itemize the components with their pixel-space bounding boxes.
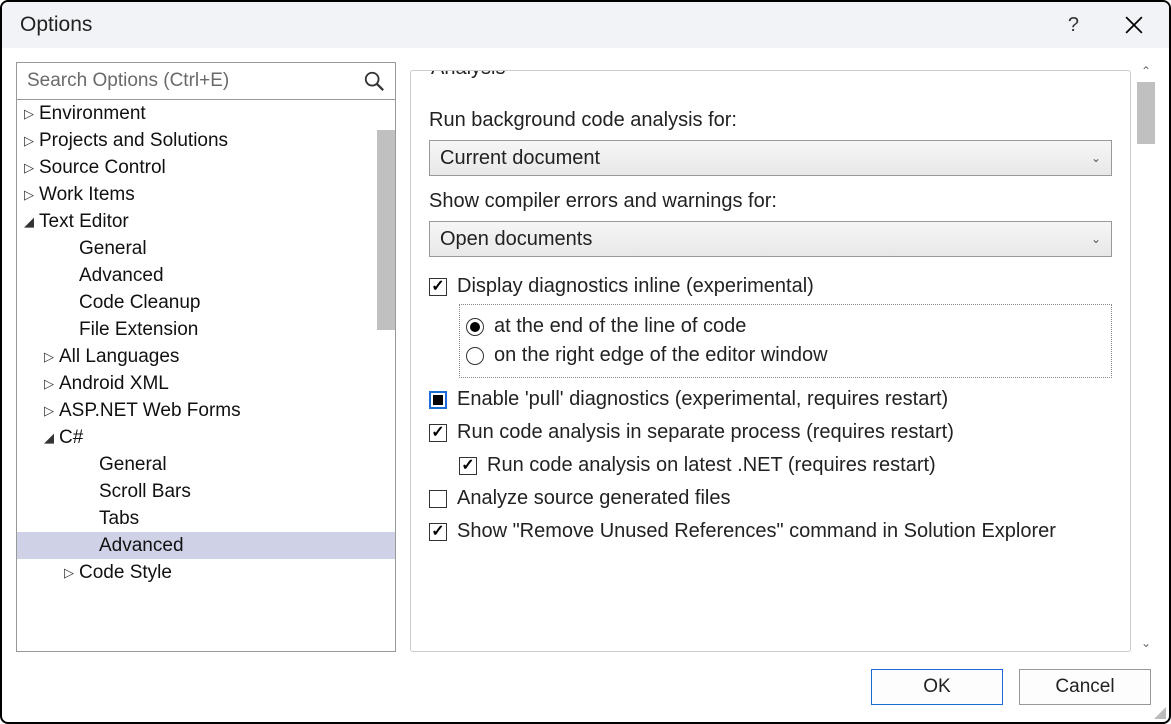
tree-item[interactable]: Advanced [17,262,395,289]
collapsed-arrow-icon[interactable]: ▷ [63,565,75,581]
search-icon [363,70,385,92]
search-input[interactable] [27,70,363,92]
tree-item[interactable]: General [17,235,395,262]
tree-item-label: Environment [39,103,146,125]
pull-diag-checkbox[interactable] [429,391,447,409]
bg-analysis-dropdown[interactable]: Current document ⌄ [429,140,1112,176]
tree-item[interactable]: ◢C# [17,424,395,451]
collapsed-arrow-icon[interactable]: ▷ [23,133,35,149]
dialog-title: Options [20,13,1068,37]
tree-item-label: Android XML [59,373,169,395]
tree-item[interactable]: Tabs [17,505,395,532]
help-button[interactable]: ? [1068,14,1079,37]
errors-dropdown[interactable]: Open documents ⌄ [429,221,1112,257]
bg-analysis-label: Run background code analysis for: [429,109,1112,132]
tree-item-label: General [79,238,147,260]
chevron-down-icon: ⌄ [1091,151,1101,165]
tree-item[interactable]: ◢Text Editor [17,208,395,235]
cancel-button[interactable]: Cancel [1019,669,1151,705]
tree-item-label: All Languages [59,346,179,368]
collapsed-arrow-icon[interactable]: ▷ [43,349,55,365]
tree-item-label: Tabs [99,508,139,530]
tree-item-label: Advanced [99,535,184,557]
collapsed-arrow-icon[interactable]: ▷ [23,187,35,203]
tree-item-label: Text Editor [39,211,129,233]
collapsed-arrow-icon[interactable]: ▷ [43,403,55,419]
tree-item-label: Code Style [79,562,172,584]
tree-item-label: File Extension [79,319,198,341]
remove-unused-checkbox[interactable] [429,523,447,541]
analyze-gen-checkbox[interactable] [429,490,447,508]
sep-proc-checkbox[interactable] [429,424,447,442]
collapsed-arrow-icon[interactable]: ▷ [43,376,55,392]
tree-item-label: General [99,454,167,476]
diag-inline-label: Display diagnostics inline (experimental… [457,275,814,298]
tree-item[interactable]: File Extension [17,316,395,343]
tree-item[interactable]: ▷Source Control [17,154,395,181]
tree-item-label: C# [59,427,83,449]
chevron-down-icon: ⌄ [1091,232,1101,246]
tree-item-label: Scroll Bars [99,481,191,503]
panel-scrollbar-thumb[interactable] [1137,82,1155,144]
latest-net-checkbox[interactable] [459,457,477,475]
resize-grip[interactable] [1152,705,1166,719]
tree-item[interactable]: ▷All Languages [17,343,395,370]
tree-item-label: Code Cleanup [79,292,200,314]
search-box[interactable] [16,62,396,100]
panel-scrollbar[interactable]: ⌃ ⌄ [1137,62,1155,652]
errors-label: Show compiler errors and warnings for: [429,190,1112,213]
tree-item[interactable]: Scroll Bars [17,478,395,505]
analyze-gen-label: Analyze source generated files [457,487,731,510]
radio-right-edge[interactable] [466,347,484,365]
collapsed-arrow-icon[interactable]: ▷ [23,160,35,176]
tree-item-label: Advanced [79,265,164,287]
tree-item[interactable]: ▷Code Style [17,559,395,586]
remove-unused-label: Show "Remove Unused References" command … [457,520,1056,543]
errors-value: Open documents [440,228,592,251]
diag-inline-checkbox[interactable] [429,278,447,296]
tree-scrollbar-thumb[interactable] [377,130,395,330]
latest-net-label: Run code analysis on latest .NET (requir… [487,454,936,477]
analysis-panel: Analysis Run background code analysis fo… [410,70,1131,652]
scroll-down-icon[interactable]: ⌄ [1137,634,1155,652]
bg-analysis-value: Current document [440,147,600,170]
close-icon [1125,16,1143,34]
expanded-arrow-icon[interactable]: ◢ [43,430,55,446]
options-tree[interactable]: ▷Environment▷Projects and Solutions▷Sour… [16,100,396,652]
tree-item-label: Projects and Solutions [39,130,228,152]
tree-item-label: ASP.NET Web Forms [59,400,241,422]
tree-item[interactable]: ▷Android XML [17,370,395,397]
radio-end-label: at the end of the line of code [494,315,746,338]
scroll-up-icon[interactable]: ⌃ [1137,62,1155,80]
tree-item[interactable]: General [17,451,395,478]
close-button[interactable] [1119,10,1149,40]
tree-item[interactable]: ▷Work Items [17,181,395,208]
radio-edge-label: on the right edge of the editor window [494,344,828,367]
ok-button[interactable]: OK [871,669,1003,705]
diag-position-radiogroup: at the end of the line of code on the ri… [459,304,1112,378]
expanded-arrow-icon[interactable]: ◢ [23,214,35,230]
tree-item[interactable]: ▷ASP.NET Web Forms [17,397,395,424]
panel-legend: Analysis [425,70,511,80]
tree-item-label: Work Items [39,184,135,206]
collapsed-arrow-icon[interactable]: ▷ [23,106,35,122]
tree-item[interactable]: Advanced [17,532,395,559]
tree-item[interactable]: ▷Environment [17,100,395,127]
radio-end-of-line[interactable] [466,318,484,336]
pull-diag-label: Enable 'pull' diagnostics (experimental,… [457,388,948,411]
tree-item[interactable]: ▷Projects and Solutions [17,127,395,154]
titlebar: Options ? [2,2,1169,48]
sep-proc-label: Run code analysis in separate process (r… [457,421,954,444]
tree-item[interactable]: Code Cleanup [17,289,395,316]
tree-item-label: Source Control [39,157,166,179]
